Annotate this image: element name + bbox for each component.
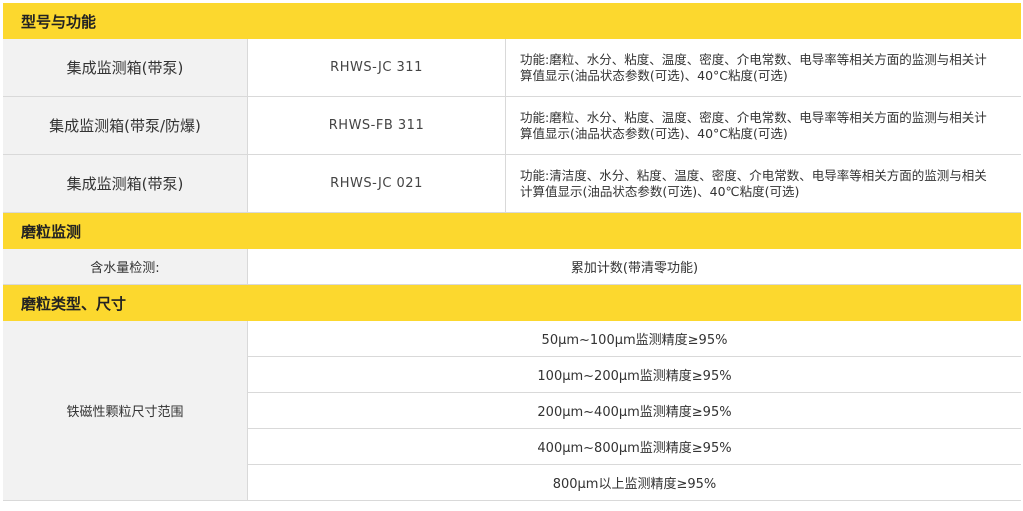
product-model: RHWS-JC 311 xyxy=(248,39,506,96)
size-list: 50μm~100μm监测精度≥95% 100μm~200μm监测精度≥95% 2… xyxy=(248,321,1021,500)
size-item: 400μm~800μm监测精度≥95% xyxy=(248,429,1021,465)
section-title: 型号与功能 xyxy=(21,12,97,31)
section-header-wear: 磨粒监测 xyxy=(3,213,1021,249)
product-name: 集成监测箱(带泵) xyxy=(3,39,248,96)
section-header-size: 磨粒类型、尺寸 xyxy=(3,285,1021,321)
product-row: 集成监测箱(带泵) RHWS-JC 021 功能:清洁度、水分、粘度、温度、密度… xyxy=(3,155,1021,213)
spec-table: 型号与功能 集成监测箱(带泵) RHWS-JC 311 功能:磨粒、水分、粘度、… xyxy=(3,3,1021,501)
product-function: 功能:磨粒、水分、粘度、温度、密度、介电常数、电导率等相关方面的监测与相关计算值… xyxy=(520,51,987,83)
size-block: 铁磁性颗粒尺寸范围 50μm~100μm监测精度≥95% 100μm~200μm… xyxy=(3,321,1021,501)
product-row: 集成监测箱(带泵/防爆) RHWS-FB 311 功能:磨粒、水分、粘度、温度、… xyxy=(3,97,1021,155)
product-function: 功能:清洁度、水分、粘度、温度、密度、介电常数、电导率等相关方面的监测与相关计算… xyxy=(520,167,987,199)
product-name: 集成监测箱(带泵/防爆) xyxy=(3,97,248,154)
size-item: 200μm~400μm监测精度≥95% xyxy=(248,393,1021,429)
section-title: 磨粒监测 xyxy=(21,222,82,241)
size-label: 铁磁性颗粒尺寸范围 xyxy=(3,321,248,500)
size-item: 800μm以上监测精度≥95% xyxy=(552,477,717,492)
product-name: 集成监测箱(带泵) xyxy=(3,155,248,212)
product-model: RHWS-FB 311 xyxy=(248,97,506,154)
size-item: 100μm~200μm监测精度≥95% xyxy=(248,357,1021,393)
water-row: 含水量检测: 累加计数(带清零功能) xyxy=(3,249,1021,285)
product-model: RHWS-JC 021 xyxy=(248,155,506,212)
section-header-models: 型号与功能 xyxy=(3,3,1021,39)
water-label: 含水量检测: xyxy=(3,249,248,284)
size-item: 50μm~100μm监测精度≥95% xyxy=(248,321,1021,357)
water-value: 累加计数(带清零功能) xyxy=(570,261,699,276)
product-function: 功能:磨粒、水分、粘度、温度、密度、介电常数、电导率等相关方面的监测与相关计算值… xyxy=(520,109,987,141)
product-row: 集成监测箱(带泵) RHWS-JC 311 功能:磨粒、水分、粘度、温度、密度、… xyxy=(3,39,1021,97)
section-title: 磨粒类型、尺寸 xyxy=(21,294,127,313)
